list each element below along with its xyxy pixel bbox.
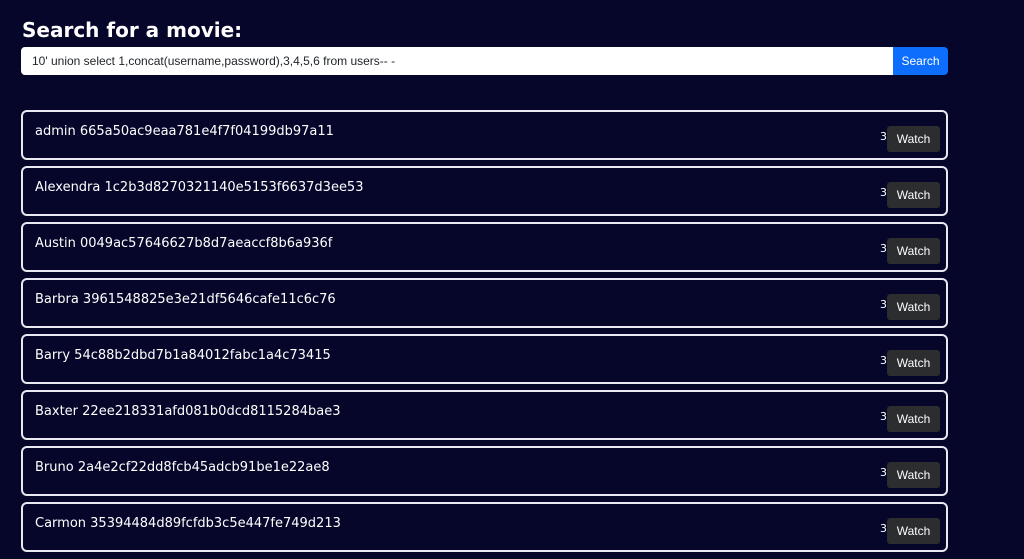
page: Search for a movie: Search admin 665a50a… [0, 0, 1024, 559]
result-card: Barbra 3961548825e3e21df5646cafe11c6c76 … [21, 278, 948, 328]
result-count: 3 [880, 354, 887, 367]
results-list: admin 665a50ac9eaa781e4f7f04199db97a11 3… [21, 110, 948, 558]
watch-button[interactable]: Watch [887, 518, 940, 544]
result-count: 3 [880, 298, 887, 311]
result-title: admin 665a50ac9eaa781e4f7f04199db97a11 [35, 124, 334, 139]
result-card: admin 665a50ac9eaa781e4f7f04199db97a11 3… [21, 110, 948, 160]
result-card: Barry 54c88b2dbd7b1a84012fabc1a4c73415 3… [21, 334, 948, 384]
watch-button[interactable]: Watch [887, 462, 940, 488]
result-title: Barbra 3961548825e3e21df5646cafe11c6c76 [35, 292, 336, 307]
result-title: Austin 0049ac57646627b8d7aeaccf8b6a936f [35, 236, 333, 251]
result-title: Carmon 35394484d89fcfdb3c5e447fe749d213 [35, 516, 341, 531]
page-title: Search for a movie: [22, 18, 243, 42]
watch-button[interactable]: Watch [887, 238, 940, 264]
watch-button[interactable]: Watch [887, 406, 940, 432]
result-count: 3 [880, 410, 887, 423]
watch-button[interactable]: Watch [887, 350, 940, 376]
result-count: 3 [880, 466, 887, 479]
result-title: Baxter 22ee218331afd081b0dcd8115284bae3 [35, 404, 341, 419]
result-count: 3 [880, 186, 887, 199]
watch-button[interactable]: Watch [887, 182, 940, 208]
search-input[interactable] [21, 47, 893, 75]
result-title: Barry 54c88b2dbd7b1a84012fabc1a4c73415 [35, 348, 331, 363]
search-bar: Search [21, 47, 948, 75]
result-title: Bruno 2a4e2cf22dd8fcb45adcb91be1e22ae8 [35, 460, 330, 475]
result-card: Bruno 2a4e2cf22dd8fcb45adcb91be1e22ae8 3… [21, 446, 948, 496]
search-button[interactable]: Search [893, 47, 948, 75]
result-card: Alexendra 1c2b3d8270321140e5153f6637d3ee… [21, 166, 948, 216]
result-count: 3 [880, 522, 887, 535]
result-count: 3 [880, 242, 887, 255]
result-title: Alexendra 1c2b3d8270321140e5153f6637d3ee… [35, 180, 364, 195]
result-count: 3 [880, 130, 887, 143]
result-card: Baxter 22ee218331afd081b0dcd8115284bae3 … [21, 390, 948, 440]
watch-button[interactable]: Watch [887, 126, 940, 152]
result-card: Carmon 35394484d89fcfdb3c5e447fe749d213 … [21, 502, 948, 552]
result-card: Austin 0049ac57646627b8d7aeaccf8b6a936f … [21, 222, 948, 272]
watch-button[interactable]: Watch [887, 294, 940, 320]
